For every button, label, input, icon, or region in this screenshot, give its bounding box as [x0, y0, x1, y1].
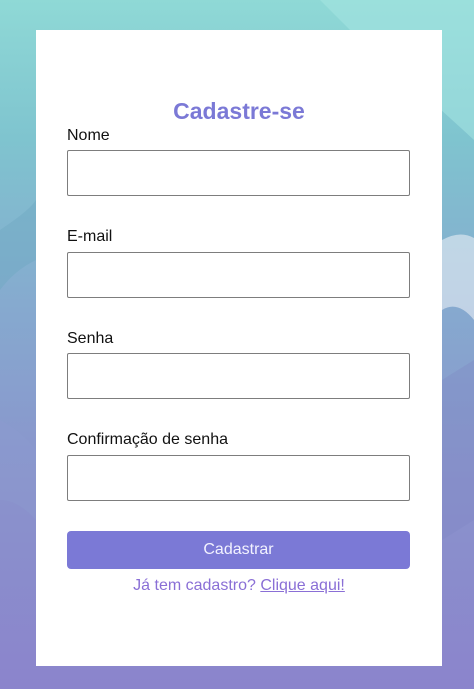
login-link[interactable]: Clique aqui! [260, 577, 345, 594]
password-label: Senha [67, 330, 114, 347]
name-input[interactable] [67, 150, 410, 196]
email-input[interactable] [67, 252, 410, 298]
signup-button[interactable]: Cadastrar [67, 531, 410, 569]
email-label: E-mail [67, 228, 113, 245]
signup-card: Cadastre-se Nome E-mail Senha Confirmaçã… [36, 30, 442, 666]
password-confirmation-label: Confirmação de senha [67, 431, 228, 448]
login-prompt: Já tem cadastro? Clique aqui! [36, 576, 442, 596]
password-confirmation-input[interactable] [67, 455, 410, 501]
name-label: Nome [67, 127, 110, 144]
page-title: Cadastre-se [173, 98, 305, 124]
password-input[interactable] [67, 353, 410, 399]
login-prompt-text: Já tem cadastro? [133, 577, 256, 594]
